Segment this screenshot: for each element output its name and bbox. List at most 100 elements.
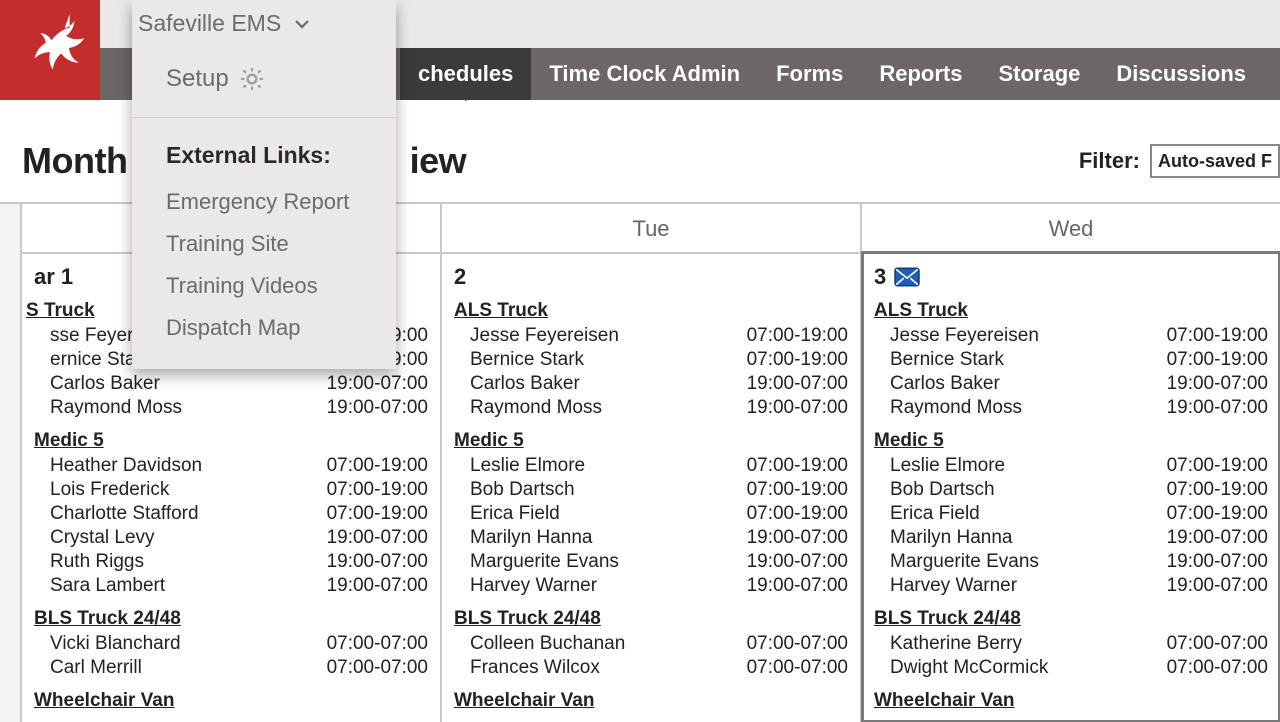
unit-header[interactable]: Wheelchair Van xyxy=(874,690,1270,712)
unit-header[interactable]: BLS Truck 24/48 xyxy=(454,608,850,630)
shift-row[interactable]: Carlos Baker19:00-07:00 xyxy=(872,372,1270,396)
dropdown-org-row[interactable]: Safeville EMS xyxy=(132,0,396,47)
shift-row[interactable]: Carl Merrill 07:00-07:00 xyxy=(32,656,430,680)
shift-time: 19:00-07:00 xyxy=(747,527,848,549)
shift-row[interactable]: Bernice Stark07:00-19:00 xyxy=(872,348,1270,372)
shift-time: 19:00-07:00 xyxy=(1167,527,1268,549)
unit-header[interactable]: BLS Truck 24/48 xyxy=(874,608,1270,630)
shift-time: 07:00-19:00 xyxy=(1167,325,1268,347)
nav-item-forms[interactable]: Forms xyxy=(758,48,861,100)
shift-name: Erica Field xyxy=(470,503,560,525)
calendar-day-body[interactable]: 3 ALS TruckJesse Feyereisen07:00-19:00Ber… xyxy=(862,252,1280,722)
shift-row[interactable]: Bernice Stark07:00-19:00 xyxy=(452,348,850,372)
setup-label: Setup xyxy=(166,65,229,93)
shift-row[interactable]: Sara Lambert19:00-07:00 xyxy=(32,574,430,598)
nav-item-chedules[interactable]: chedules xyxy=(400,48,531,100)
calendar-day-header: Wed xyxy=(862,204,1280,252)
shift-time: 07:00-19:00 xyxy=(1167,479,1268,501)
shift-time: 07:00-19:00 xyxy=(747,325,848,347)
calendar-day-number: 2 xyxy=(454,264,850,290)
unit-header[interactable]: Wheelchair Van xyxy=(34,690,430,712)
chevron-down-icon xyxy=(293,15,311,33)
shift-name: Jesse Feyereisen xyxy=(470,325,619,347)
shift-row[interactable]: Erica Field07:00-19:00 xyxy=(872,502,1270,526)
nav-item-storage[interactable]: Storage xyxy=(980,48,1098,100)
shift-row[interactable]: Carlos Baker19:00-07:00 xyxy=(32,372,430,396)
shift-row[interactable]: Bob Dartsch07:00-19:00 xyxy=(872,478,1270,502)
dropdown-link-dispatch-map[interactable]: Dispatch Map xyxy=(132,307,396,349)
shift-time: 07:00-19:00 xyxy=(747,455,848,477)
dropdown-link-training-site[interactable]: Training Site xyxy=(132,223,396,265)
shift-row[interactable]: Erica Field 07:00-19:00 xyxy=(452,502,850,526)
shift-row[interactable]: Harvey Warner19:00-07:00 xyxy=(452,574,850,598)
nav-item-time-clock-admin[interactable]: Time Clock Admin xyxy=(531,48,758,100)
shift-row[interactable]: Carlos Baker19:00-07:00 xyxy=(452,372,850,396)
shift-row[interactable]: Katherine Berry07:00-07:00 xyxy=(872,632,1270,656)
shift-name: Leslie Elmore xyxy=(890,455,1005,477)
shift-time: 07:00-07:00 xyxy=(747,657,848,679)
shift-row[interactable]: Marilyn Hanna19:00-07:00 xyxy=(872,526,1270,550)
shift-name: Sara Lambert xyxy=(50,575,165,597)
dropdown-link-training-videos[interactable]: Training Videos xyxy=(132,265,396,307)
shift-time: 07:00-19:00 xyxy=(747,479,848,501)
shift-time: 07:00-07:00 xyxy=(327,657,428,679)
shift-name: Raymond Moss xyxy=(890,397,1022,419)
dropdown-link-emergency-report[interactable]: Emergency Report xyxy=(132,181,396,223)
dropdown-setup[interactable]: Setup xyxy=(132,47,396,118)
filter-select[interactable]: Auto-saved F xyxy=(1150,144,1280,178)
unit-header[interactable]: ALS Truck xyxy=(874,300,1270,322)
shift-row[interactable]: Heather Davidson 07:00-19:00 xyxy=(32,454,430,478)
shift-row[interactable]: Marguerite Evans19:00-07:00 xyxy=(872,550,1270,574)
shift-time: 07:00-19:00 xyxy=(327,455,428,477)
shift-row[interactable]: Jesse Feyereisen07:00-19:00 xyxy=(872,324,1270,348)
shift-row[interactable]: Leslie Elmore 07:00-19:00 xyxy=(872,454,1270,478)
unit-header[interactable]: Medic 5 xyxy=(34,430,430,452)
shift-time: 19:00-07:00 xyxy=(747,551,848,573)
unit-header[interactable]: BLS Truck 24/48 xyxy=(34,608,430,630)
shift-row[interactable]: Crystal Levy19:00-07:00 xyxy=(32,526,430,550)
shift-time: 07:00-19:00 xyxy=(747,503,848,525)
shift-name: Carl Merrill xyxy=(50,657,142,679)
shift-row[interactable]: Vicki Blanchard07:00-07:00 xyxy=(32,632,430,656)
shift-name: Vicki Blanchard xyxy=(50,633,181,655)
shift-time: 19:00-07:00 xyxy=(1167,575,1268,597)
shift-time: 19:00-07:00 xyxy=(1167,551,1268,573)
shift-name: Raymond Moss xyxy=(50,397,182,419)
unit-header[interactable]: Wheelchair Van xyxy=(454,690,850,712)
shift-name: Heather Davidson xyxy=(50,455,202,477)
shift-time: 07:00-19:00 xyxy=(327,503,428,525)
shift-time: 07:00-19:00 xyxy=(1167,455,1268,477)
shift-row[interactable]: Colleen Buchanan07:00-07:00 xyxy=(452,632,850,656)
shift-row[interactable]: Raymond Moss19:00-07:00 xyxy=(32,396,430,420)
page-title-part-right: iew xyxy=(410,140,467,181)
shift-name: Lois Frederick xyxy=(50,479,169,501)
shift-row[interactable]: Harvey Warner19:00-07:00 xyxy=(872,574,1270,598)
mail-icon[interactable] xyxy=(894,267,920,287)
calendar-day-number: 3 xyxy=(874,264,1270,290)
nav-item-reports[interactable]: Reports xyxy=(861,48,980,100)
shift-time: 19:00-07:00 xyxy=(747,397,848,419)
shift-row[interactable]: Dwight McCormick07:00-07:00 xyxy=(872,656,1270,680)
app-logo[interactable] xyxy=(0,0,100,100)
shift-row[interactable]: Marguerite Evans19:00-07:00 xyxy=(452,550,850,574)
unit-header[interactable]: ALS Truck xyxy=(454,300,850,322)
shift-row[interactable]: Lois Frederick07:00-19:00 xyxy=(32,478,430,502)
shift-row[interactable]: Jesse Feyereisen 07:00-19:00 xyxy=(452,324,850,348)
calendar-day-body[interactable]: 2ALS TruckJesse Feyereisen07:00-19:00Ber… xyxy=(442,252,860,722)
shift-row[interactable]: Frances Wilcox07:00-07:00 xyxy=(452,656,850,680)
nav-item-discussions[interactable]: Discussions xyxy=(1098,48,1264,100)
shift-row[interactable]: Raymond Moss19:00-07:00 xyxy=(452,396,850,420)
shift-row[interactable]: Leslie Elmore07:00-19:00 xyxy=(452,454,850,478)
shift-name: Katherine Berry xyxy=(890,633,1022,655)
shift-row[interactable]: Marilyn Hanna19:00-07:00 xyxy=(452,526,850,550)
shift-name: Bob Dartsch xyxy=(470,479,575,501)
shift-row[interactable]: Bob Dartsch 07:00-19:00 xyxy=(452,478,850,502)
org-dropdown: Safeville EMS Setup External Links: Emer… xyxy=(132,0,396,369)
shift-row[interactable]: Charlotte Stafford 07:00-19:00 xyxy=(32,502,430,526)
shift-row[interactable]: Ruth Riggs19:00-07:00 xyxy=(32,550,430,574)
shift-name: Charlotte Stafford xyxy=(50,503,199,525)
shift-name: Bernice Stark xyxy=(470,349,584,371)
unit-header[interactable]: Medic 5 xyxy=(454,430,850,452)
shift-row[interactable]: Raymond Moss19:00-07:00 xyxy=(872,396,1270,420)
unit-header[interactable]: Medic 5 xyxy=(874,430,1270,452)
